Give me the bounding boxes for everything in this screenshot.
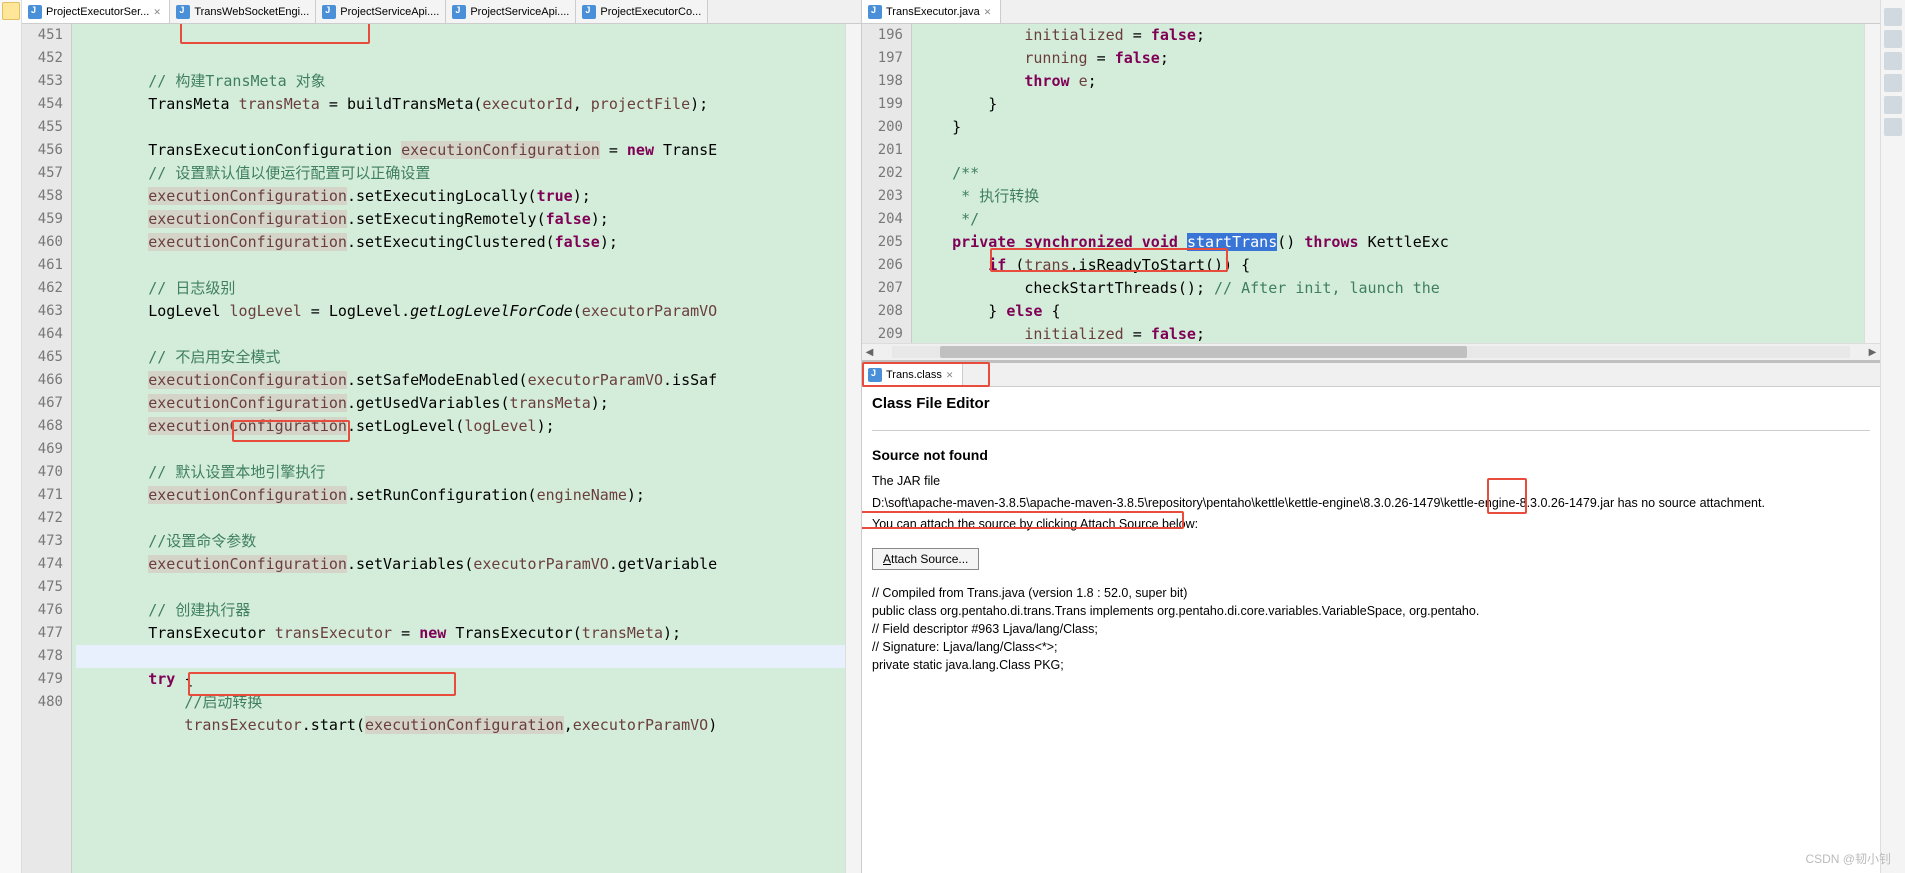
editor-tab[interactable]: ProjectServiceApi....	[316, 0, 446, 23]
annotation-box	[1487, 478, 1527, 514]
watermark: CSDN @韧小钊	[1805, 850, 1891, 867]
left-marker-bar	[0, 0, 22, 873]
java-file-icon	[582, 5, 596, 19]
editor-left-pane: ProjectExecutorSer... ✕ TransWebSocketEngi…	[22, 0, 862, 873]
close-icon[interactable]: ✕	[153, 7, 163, 17]
tool-icon[interactable]	[1884, 118, 1902, 136]
horizontal-scrollbar[interactable]: ◀ ▶	[862, 343, 1880, 360]
editor-tab[interactable]: ProjectExecutorSer... ✕	[22, 0, 170, 23]
button-label: ttach Source...	[891, 552, 968, 566]
editor-tab[interactable]: ProjectServiceApi....	[446, 0, 576, 23]
tab-label: TransExecutor.java	[886, 6, 980, 18]
java-file-icon	[868, 5, 882, 19]
attach-source-button[interactable]: Attach Source...	[872, 548, 979, 570]
line-numbers: 1961971981992002012022032042052062072082…	[862, 24, 912, 343]
code-text[interactable]: initialized = false; running = false; th…	[912, 24, 1864, 343]
overview-ruler[interactable]	[845, 24, 861, 873]
jar-file-label: The JAR file	[872, 473, 1870, 491]
tab-label: ProjectServiceApi....	[470, 6, 569, 18]
right-toolbar	[1880, 0, 1905, 873]
java-file-icon	[452, 5, 466, 19]
class-file-pane: Trans.class ✕ Class File Editor Source n…	[862, 360, 1880, 873]
java-file-icon	[28, 5, 42, 19]
tab-label: TransWebSocketEngi...	[194, 6, 309, 18]
source-not-found-heading: Source not found	[872, 447, 1870, 463]
left-code-area[interactable]: 4514524534544554564574584594604614624634…	[22, 24, 861, 873]
tool-icon[interactable]	[1884, 74, 1902, 92]
annotation-box	[180, 24, 370, 44]
tab-label: ProjectExecutorCo...	[600, 6, 701, 18]
right-tab-bar: TransExecutor.java ✕	[862, 0, 1880, 24]
tab-label: ProjectExecutorSer...	[46, 6, 149, 18]
line-numbers: 4514524534544554564574584594604614624634…	[22, 24, 72, 873]
tool-icon[interactable]	[1884, 30, 1902, 48]
class-file-editor[interactable]: Class File Editor Source not found The J…	[862, 387, 1880, 873]
scroll-right-icon[interactable]: ▶	[1865, 347, 1880, 358]
code-text[interactable]: // 构建TransMeta 对象 TransMeta transMeta = …	[72, 24, 845, 873]
classfile-title: Class File Editor	[872, 395, 1870, 412]
scroll-left-icon[interactable]: ◀	[862, 347, 877, 358]
jar-path: D:\soft\apache-maven-3.8.5\apache-maven-…	[872, 495, 1870, 513]
tab-label: ProjectServiceApi....	[340, 6, 439, 18]
editor-tab[interactable]: TransWebSocketEngi...	[170, 0, 316, 23]
tool-icon[interactable]	[1884, 96, 1902, 114]
java-file-icon	[322, 5, 336, 19]
java-file-icon	[176, 5, 190, 19]
tool-icon[interactable]	[1884, 8, 1902, 26]
editor-tab[interactable]: ProjectExecutorCo...	[576, 0, 708, 23]
annotation-box	[862, 511, 1184, 529]
editor-right-pane: TransExecutor.java ✕ 19619719819920020120…	[862, 0, 1880, 360]
close-icon[interactable]: ✕	[984, 7, 994, 17]
editor-tab[interactable]: TransExecutor.java ✕	[862, 0, 1001, 23]
left-tab-bar: ProjectExecutorSer... ✕ TransWebSocketEngi…	[22, 0, 861, 24]
right-code-area[interactable]: 1961971981992002012022032042052062072082…	[862, 24, 1880, 343]
overview-ruler[interactable]	[1864, 24, 1880, 343]
annotation-box	[862, 362, 990, 387]
decompiled-source: // Compiled from Trans.java (version 1.8…	[872, 584, 1870, 675]
thumb-icon	[2, 2, 20, 20]
tool-icon[interactable]	[1884, 52, 1902, 70]
